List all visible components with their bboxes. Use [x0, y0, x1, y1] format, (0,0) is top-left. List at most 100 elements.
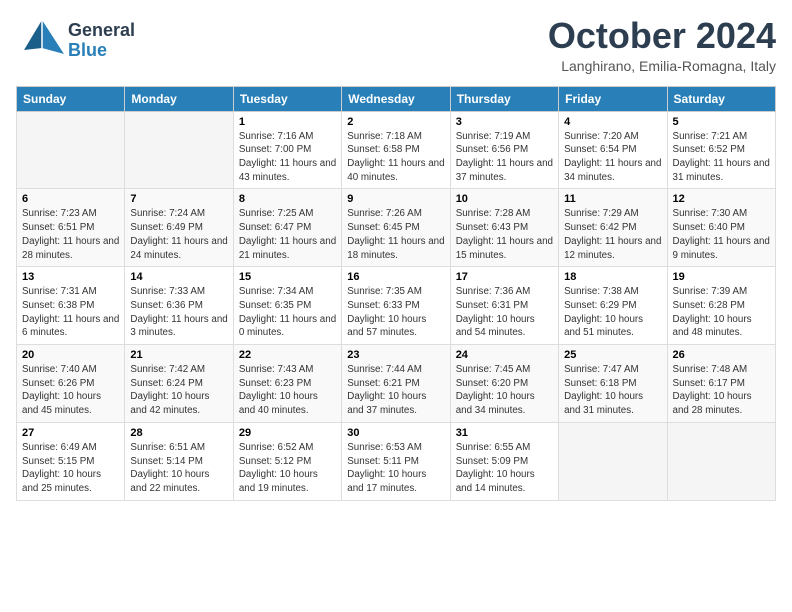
day-number: 20: [22, 349, 119, 361]
day-info: Sunrise: 7:31 AMSunset: 6:38 PMDaylight:…: [22, 285, 119, 340]
day-info: Sunrise: 7:23 AMSunset: 6:51 PMDaylight:…: [22, 207, 119, 262]
day-number: 16: [347, 271, 444, 283]
calendar-cell: 17 Sunrise: 7:36 AMSunset: 6:31 PMDayligh…: [450, 267, 558, 345]
day-info: Sunrise: 7:16 AMSunset: 7:00 PMDaylight:…: [239, 130, 336, 185]
day-number: 28: [130, 427, 227, 439]
day-info: Sunrise: 7:43 AMSunset: 6:23 PMDaylight:…: [239, 363, 336, 418]
calendar-cell: 16 Sunrise: 7:35 AMSunset: 6:33 PMDayligh…: [342, 267, 450, 345]
calendar-cell: [667, 422, 775, 500]
calendar-cell: 26 Sunrise: 7:48 AMSunset: 6:17 PMDayligh…: [667, 345, 775, 423]
day-info: Sunrise: 7:35 AMSunset: 6:33 PMDaylight:…: [347, 285, 444, 340]
day-number: 6: [22, 193, 119, 205]
day-number: 18: [564, 271, 661, 283]
calendar-cell: 11 Sunrise: 7:29 AMSunset: 6:42 PMDayligh…: [559, 189, 667, 267]
day-info: Sunrise: 7:18 AMSunset: 6:58 PMDaylight:…: [347, 130, 444, 185]
calendar-week-1: 1 Sunrise: 7:16 AMSunset: 7:00 PMDaylight…: [17, 111, 776, 189]
day-info: Sunrise: 7:36 AMSunset: 6:31 PMDaylight:…: [456, 285, 553, 340]
calendar-cell: 4Sunrise: 7:20 AMSunset: 6:54 PMDaylight…: [559, 111, 667, 189]
day-info: Sunrise: 7:48 AMSunset: 6:17 PMDaylight:…: [673, 363, 770, 418]
day-info: Sunrise: 7:44 AMSunset: 6:21 PMDaylight:…: [347, 363, 444, 418]
calendar-cell: 25Sunrise: 7:47 AMSunset: 6:18 PMDayligh…: [559, 345, 667, 423]
calendar-cell: 7Sunrise: 7:24 AMSunset: 6:49 PMDaylight…: [125, 189, 233, 267]
day-info: Sunrise: 7:25 AMSunset: 6:47 PMDaylight:…: [239, 207, 336, 262]
logo-general-text: General: [68, 21, 135, 41]
calendar-week-3: 13 Sunrise: 7:31 AMSunset: 6:38 PMDayligh…: [17, 267, 776, 345]
day-info: Sunrise: 7:40 AMSunset: 6:26 PMDaylight:…: [22, 363, 119, 418]
day-number: 14: [130, 271, 227, 283]
day-info: Sunrise: 7:34 AMSunset: 6:35 PMDaylight:…: [239, 285, 336, 340]
day-number: 1: [239, 116, 336, 128]
day-info: Sunrise: 7:21 AMSunset: 6:52 PMDaylight:…: [673, 130, 770, 185]
calendar-cell: 6 Sunrise: 7:23 AMSunset: 6:51 PMDaylight…: [17, 189, 125, 267]
day-info: Sunrise: 6:55 AMSunset: 5:09 PMDaylight:…: [456, 441, 553, 496]
day-number: 22: [239, 349, 336, 361]
day-number: 24: [456, 349, 553, 361]
day-info: Sunrise: 7:39 AMSunset: 6:28 PMDaylight:…: [673, 285, 770, 340]
calendar-cell: 1 Sunrise: 7:16 AMSunset: 7:00 PMDaylight…: [233, 111, 341, 189]
calendar-cell: 3Sunrise: 7:19 AMSunset: 6:56 PMDaylight…: [450, 111, 558, 189]
calendar-cell: 29Sunrise: 6:52 AMSunset: 5:12 PMDayligh…: [233, 422, 341, 500]
day-info: Sunrise: 7:30 AMSunset: 6:40 PMDaylight:…: [673, 207, 770, 262]
calendar-header-row: SundayMondayTuesdayWednesdayThursdayFrid…: [17, 86, 776, 111]
day-number: 9: [347, 193, 444, 205]
calendar-cell: 18 Sunrise: 7:38 AMSunset: 6:29 PMDayligh…: [559, 267, 667, 345]
day-number: 7: [130, 193, 227, 205]
calendar-cell: 15 Sunrise: 7:34 AMSunset: 6:35 PMDayligh…: [233, 267, 341, 345]
calendar-header-tuesday: Tuesday: [233, 86, 341, 111]
calendar-cell: 28 Sunrise: 6:51 AMSunset: 5:14 PMDayligh…: [125, 422, 233, 500]
day-info: Sunrise: 7:33 AMSunset: 6:36 PMDaylight:…: [130, 285, 227, 340]
title-block: October 2024 Langhirano, Emilia-Romagna,…: [548, 16, 776, 74]
calendar-cell: 19 Sunrise: 7:39 AMSunset: 6:28 PMDayligh…: [667, 267, 775, 345]
day-info: Sunrise: 7:29 AMSunset: 6:42 PMDaylight:…: [564, 207, 661, 262]
day-number: 30: [347, 427, 444, 439]
day-number: 2: [347, 116, 444, 128]
logo: General Blue: [16, 16, 135, 65]
day-number: 12: [673, 193, 770, 205]
day-number: 26: [673, 349, 770, 361]
day-number: 31: [456, 427, 553, 439]
day-number: 8: [239, 193, 336, 205]
calendar-cell: [17, 111, 125, 189]
day-info: Sunrise: 6:51 AMSunset: 5:14 PMDaylight:…: [130, 441, 227, 496]
calendar-week-2: 6 Sunrise: 7:23 AMSunset: 6:51 PMDaylight…: [17, 189, 776, 267]
calendar-cell: 9 Sunrise: 7:26 AMSunset: 6:45 PMDaylight…: [342, 189, 450, 267]
calendar-week-5: 27 Sunrise: 6:49 AMSunset: 5:15 PMDayligh…: [17, 422, 776, 500]
day-number: 4: [564, 116, 661, 128]
day-number: 27: [22, 427, 119, 439]
calendar-cell: 2 Sunrise: 7:18 AMSunset: 6:58 PMDaylight…: [342, 111, 450, 189]
day-number: 13: [22, 271, 119, 283]
day-info: Sunrise: 6:53 AMSunset: 5:11 PMDaylight:…: [347, 441, 444, 496]
calendar-week-4: 20 Sunrise: 7:40 AMSunset: 6:26 PMDayligh…: [17, 345, 776, 423]
calendar-cell: 20 Sunrise: 7:40 AMSunset: 6:26 PMDayligh…: [17, 345, 125, 423]
day-number: 3: [456, 116, 553, 128]
calendar-cell: 24Sunrise: 7:45 AMSunset: 6:20 PMDayligh…: [450, 345, 558, 423]
calendar-cell: 27 Sunrise: 6:49 AMSunset: 5:15 PMDayligh…: [17, 422, 125, 500]
day-info: Sunrise: 7:38 AMSunset: 6:29 PMDaylight:…: [564, 285, 661, 340]
calendar-cell: 31 Sunrise: 6:55 AMSunset: 5:09 PMDayligh…: [450, 422, 558, 500]
day-number: 21: [130, 349, 227, 361]
day-number: 25: [564, 349, 661, 361]
day-info: Sunrise: 6:52 AMSunset: 5:12 PMDaylight:…: [239, 441, 336, 496]
calendar-cell: [125, 111, 233, 189]
calendar-cell: [559, 422, 667, 500]
calendar-header-thursday: Thursday: [450, 86, 558, 111]
day-number: 19: [673, 271, 770, 283]
logo-label: General Blue: [68, 21, 135, 61]
day-number: 11: [564, 193, 661, 205]
day-number: 17: [456, 271, 553, 283]
day-info: Sunrise: 6:49 AMSunset: 5:15 PMDaylight:…: [22, 441, 119, 496]
day-number: 23: [347, 349, 444, 361]
logo-icon: [16, 16, 68, 65]
day-info: Sunrise: 7:26 AMSunset: 6:45 PMDaylight:…: [347, 207, 444, 262]
month-title: October 2024: [548, 16, 776, 56]
calendar-cell: 30 Sunrise: 6:53 AMSunset: 5:11 PMDayligh…: [342, 422, 450, 500]
location-text: Langhirano, Emilia-Romagna, Italy: [548, 58, 776, 74]
calendar-cell: 10Sunrise: 7:28 AMSunset: 6:43 PMDayligh…: [450, 189, 558, 267]
day-info: Sunrise: 7:28 AMSunset: 6:43 PMDaylight:…: [456, 207, 553, 262]
day-number: 15: [239, 271, 336, 283]
calendar-header-wednesday: Wednesday: [342, 86, 450, 111]
calendar-table: SundayMondayTuesdayWednesdayThursdayFrid…: [16, 86, 776, 501]
day-info: Sunrise: 7:42 AMSunset: 6:24 PMDaylight:…: [130, 363, 227, 418]
calendar-header-saturday: Saturday: [667, 86, 775, 111]
calendar-header-sunday: Sunday: [17, 86, 125, 111]
